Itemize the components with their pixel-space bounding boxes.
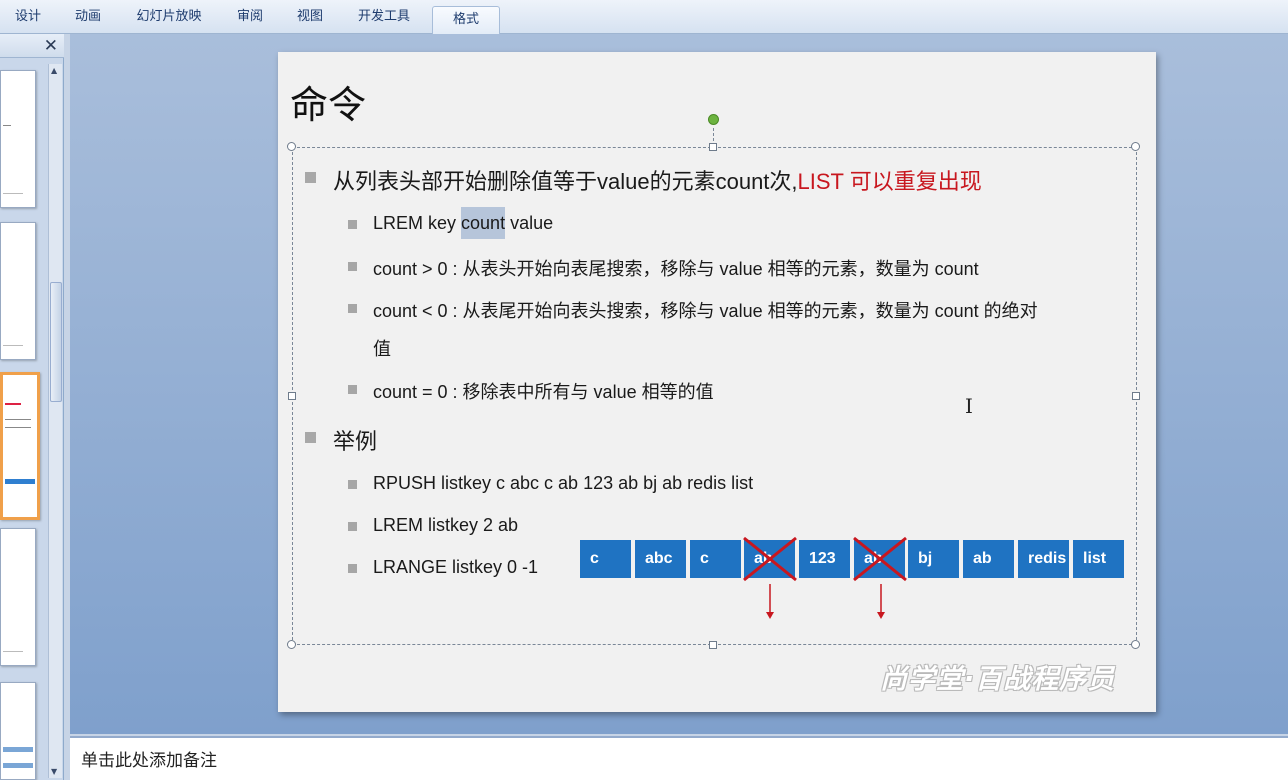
resize-handle[interactable] xyxy=(709,641,717,649)
slide-thumbnail-selected[interactable] xyxy=(0,372,40,520)
tab-developer[interactable]: 开发工具 xyxy=(352,0,416,34)
notes-placeholder[interactable]: 单击此处添加备注 xyxy=(81,746,217,771)
bullet-text: value xyxy=(505,213,554,233)
list-box[interactable]: redis xyxy=(1018,540,1069,578)
tab-slideshow[interactable]: 幻灯片放映 xyxy=(130,0,208,34)
tab-animations[interactable]: 动画 xyxy=(70,0,106,34)
list-box[interactable]: ab xyxy=(963,540,1014,578)
bullet-icon xyxy=(348,220,357,229)
bullet-sub-3-cont: 值 xyxy=(373,339,391,359)
bullet-sub-3: count < 0 : 从表尾开始向表头搜索，移除与 value 相等的元素，数… xyxy=(373,301,1038,321)
list-box[interactable]: 123 xyxy=(799,540,850,578)
bullet-icon xyxy=(348,262,357,271)
example-lrange: LRANGE listkey 0 -1 xyxy=(373,557,539,577)
bullet-icon xyxy=(348,564,357,573)
cross-out-icon xyxy=(743,536,797,582)
resize-handle[interactable] xyxy=(288,392,296,400)
thumbnails-scrollbar[interactable]: ▲ ▼ xyxy=(48,64,62,778)
arrow-down-icon xyxy=(877,584,885,619)
slide-thumbnails-pane: ✕ ▲ ▼ xyxy=(0,34,64,780)
slide-thumbnail[interactable] xyxy=(0,682,36,780)
bullet-icon xyxy=(348,522,357,531)
tab-format[interactable]: 格式 xyxy=(432,5,500,34)
tab-design[interactable]: 设计 xyxy=(10,0,46,34)
slide-title[interactable]: 命令 xyxy=(290,74,366,129)
slide-thumbnail[interactable] xyxy=(0,222,36,360)
arrow-down-icon xyxy=(766,584,774,619)
bullet-sub-4: count = 0 : 移除表中所有与 value 相等的值 xyxy=(373,382,714,402)
resize-handle[interactable] xyxy=(287,142,296,151)
scroll-down-icon[interactable]: ▼ xyxy=(51,767,57,776)
resize-handle[interactable] xyxy=(1132,392,1140,400)
example-rpush: RPUSH listkey c abc c ab 123 ab bj ab re… xyxy=(373,473,754,493)
thumbnails-header: ✕ xyxy=(0,34,64,58)
rotation-handle[interactable] xyxy=(708,114,719,125)
resize-handle[interactable] xyxy=(1131,142,1140,151)
list-box[interactable]: c xyxy=(690,540,741,578)
bullet-text: LREM key xyxy=(373,213,462,233)
resize-handle[interactable] xyxy=(1131,640,1140,649)
scroll-up-icon[interactable]: ▲ xyxy=(51,66,57,75)
resize-handle[interactable] xyxy=(287,640,296,649)
bullet-icon xyxy=(348,304,357,313)
bullet-text: 从列表头部开始删除值等于value的元素count次, xyxy=(333,169,798,194)
list-box[interactable]: list xyxy=(1073,540,1124,578)
bullet-text-red: LIST 可以重复出现 xyxy=(797,169,982,194)
notes-pane[interactable]: 单击此处添加备注 xyxy=(70,736,1288,780)
tab-view[interactable]: 视图 xyxy=(292,0,328,34)
resize-handle[interactable] xyxy=(709,143,717,151)
slide-canvas[interactable]: 命令 从列表头部开始删除值等于value的元素count次,LIST 可以重复出… xyxy=(278,52,1156,712)
close-icon[interactable]: ✕ xyxy=(44,36,58,56)
ribbon-tab-bar: 设计 动画 幻灯片放映 审阅 视图 开发工具 格式 xyxy=(0,0,1288,34)
watermark-logo: 尚学堂·百战程序员 xyxy=(880,664,1116,695)
text-cursor-icon: I xyxy=(965,394,973,418)
bullet-main-2: 举例 xyxy=(333,429,378,454)
list-box[interactable]: c xyxy=(580,540,631,578)
slide-thumbnail[interactable] xyxy=(0,528,36,666)
cross-out-icon xyxy=(853,536,907,582)
list-box[interactable]: abc xyxy=(635,540,686,578)
scrollbar-thumb[interactable] xyxy=(50,282,62,402)
bullet-icon xyxy=(305,432,316,443)
bullet-sub-2: count > 0 : 从表头开始向表尾搜索，移除与 value 相等的元素，数… xyxy=(373,259,979,279)
bullet-sub-1: LREM key count value xyxy=(373,207,554,239)
tab-review[interactable]: 审阅 xyxy=(232,0,268,34)
bullet-icon xyxy=(305,172,316,183)
example-lrem: LREM listkey 2 ab xyxy=(373,515,519,535)
selected-text: count xyxy=(461,207,506,239)
slide-thumbnail[interactable] xyxy=(0,70,36,208)
bullet-main-1: 从列表头部开始删除值等于value的元素count次,LIST 可以重复出现 xyxy=(333,164,982,196)
bullet-icon xyxy=(348,385,357,394)
list-box[interactable]: bj xyxy=(908,540,959,578)
bullet-icon xyxy=(348,480,357,489)
